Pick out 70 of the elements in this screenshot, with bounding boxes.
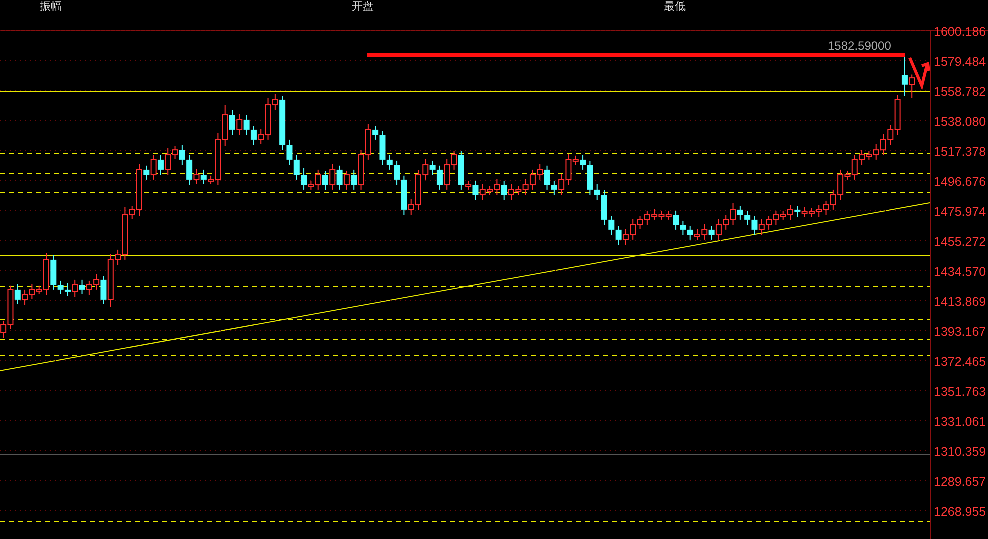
y-tick-label: 1538.080 bbox=[934, 115, 986, 129]
candlestick bbox=[100, 276, 107, 304]
candlestick bbox=[144, 165, 150, 180]
y-tick-label: 1455.272 bbox=[934, 235, 986, 249]
candlestick bbox=[301, 168, 308, 190]
candlestick bbox=[236, 114, 243, 136]
candlestick bbox=[244, 114, 250, 136]
candlestick bbox=[351, 169, 358, 190]
candlestick bbox=[286, 139, 293, 166]
candlestick bbox=[372, 126, 379, 140]
candlestick bbox=[230, 110, 236, 136]
candlestick bbox=[501, 180, 508, 201]
y-tick-label: 1331.061 bbox=[934, 415, 986, 429]
candlestick bbox=[794, 206, 801, 218]
y-tick-label: 1393.167 bbox=[934, 325, 986, 339]
y-tick-label: 1289.657 bbox=[934, 475, 986, 489]
candlestick bbox=[436, 165, 443, 190]
candlestick bbox=[200, 169, 207, 185]
candlestick bbox=[594, 184, 600, 201]
candlestick bbox=[551, 180, 558, 196]
y-tick-label: 1496.676 bbox=[934, 175, 986, 189]
candlestick bbox=[744, 210, 751, 226]
y-tick-label: 1517.378 bbox=[934, 145, 986, 159]
candlestick bbox=[344, 170, 350, 190]
y-tick-label: 1268.955 bbox=[934, 505, 986, 519]
candlestick bbox=[680, 220, 686, 236]
candlestick bbox=[430, 160, 436, 176]
candlestick bbox=[708, 226, 715, 240]
candlestick bbox=[158, 154, 164, 176]
candlestick bbox=[394, 160, 400, 186]
header-label: 振幅 bbox=[40, 1, 62, 13]
candlestick bbox=[322, 170, 328, 190]
candlestick bbox=[330, 164, 336, 190]
candlestick bbox=[687, 226, 694, 240]
y-tick-label: 1558.782 bbox=[934, 85, 986, 99]
candlestick bbox=[580, 154, 586, 170]
y-tick-label: 1579.484 bbox=[934, 55, 986, 69]
y-tick-label: 1310.359 bbox=[934, 445, 986, 459]
candlestick bbox=[673, 210, 680, 230]
candlestick bbox=[902, 54, 908, 97]
candlestick bbox=[386, 154, 393, 170]
candlestick bbox=[58, 280, 64, 294]
header-label: 开盘 bbox=[352, 1, 374, 13]
candlestick bbox=[752, 216, 758, 236]
candlestick bbox=[294, 154, 300, 180]
candlestick bbox=[64, 282, 71, 297]
price-marker-label: 1582.59000 bbox=[828, 39, 892, 53]
candlestick bbox=[186, 154, 193, 186]
header-label: 最低 bbox=[664, 1, 686, 13]
candlestick bbox=[336, 165, 343, 190]
candlestick bbox=[608, 216, 615, 236]
y-tick-label: 1351.763 bbox=[934, 385, 986, 399]
candlestick bbox=[79, 279, 86, 294]
y-tick-label: 1475.974 bbox=[934, 205, 986, 219]
candlestick bbox=[909, 74, 916, 99]
candlestick bbox=[544, 165, 550, 190]
candlestick bbox=[194, 168, 200, 185]
candlestick bbox=[737, 206, 744, 220]
y-tick-label: 1413.869 bbox=[934, 295, 986, 309]
y-tick-label: 1434.570 bbox=[934, 265, 986, 279]
y-tick-label: 1600.186 bbox=[934, 25, 986, 39]
candlestick bbox=[472, 180, 479, 201]
y-tick-label: 1372.465 bbox=[934, 355, 986, 369]
candlestick bbox=[250, 126, 257, 146]
candlestick bbox=[179, 144, 186, 166]
arrow-icon bbox=[908, 56, 930, 91]
candlestick bbox=[616, 226, 622, 246]
candlestick bbox=[14, 284, 21, 304]
candlestick bbox=[150, 154, 157, 180]
candlestick bbox=[72, 279, 78, 298]
